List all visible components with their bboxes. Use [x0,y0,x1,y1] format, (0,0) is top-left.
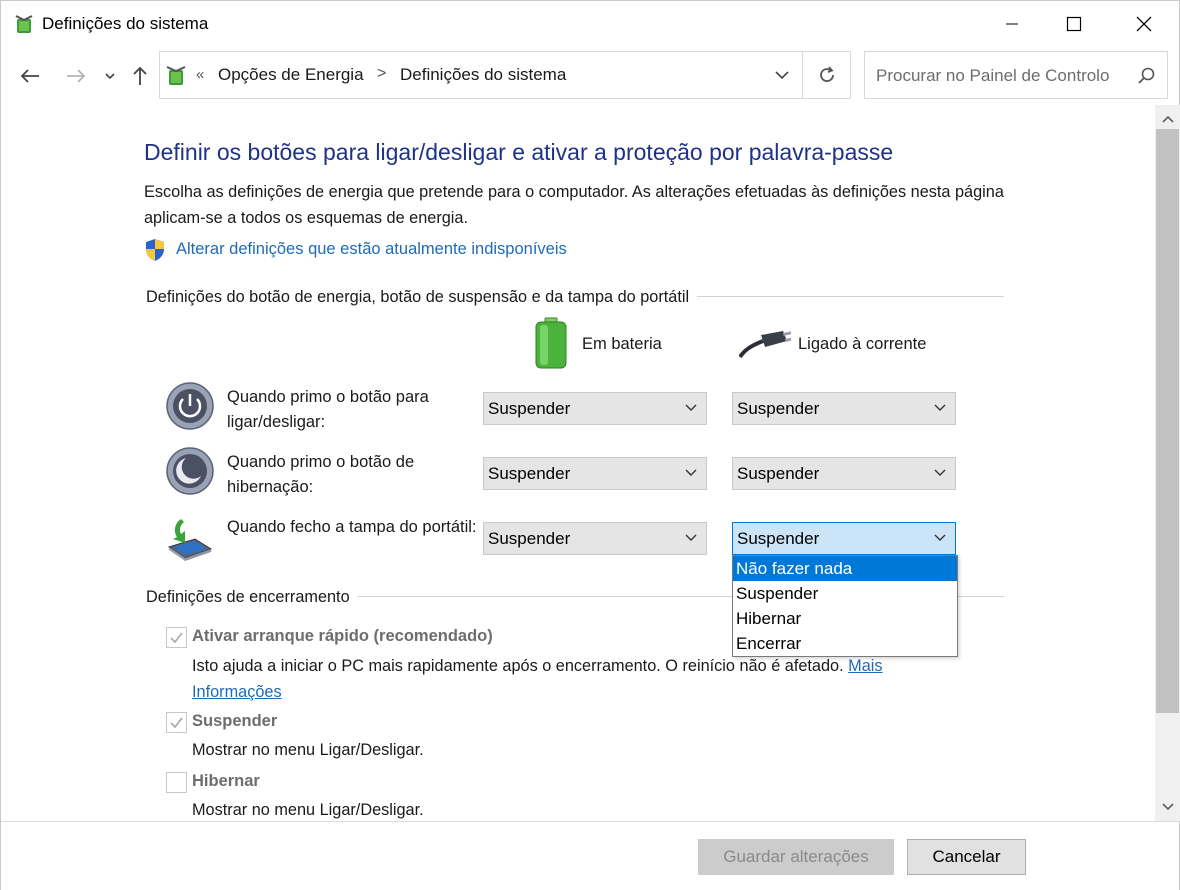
more-information-link[interactable]: Informações [192,683,282,701]
more-information-link[interactable]: Mais [848,657,882,675]
navigation-bar: « Opções de Energia > Definições do sist… [1,47,1179,105]
arrow-right-icon [67,69,86,83]
content-area: Definir os botões para ligar/desligar e … [1,105,1155,821]
chevron-down-icon [685,404,697,411]
sleep-button-battery-select[interactable]: Suspender [483,457,707,490]
dropdown-option-shut-down[interactable]: Encerrar [733,631,957,656]
dropdown-option-do-nothing[interactable]: Não fazer nada [733,556,957,581]
address-bar[interactable]: « Opções de Energia > Definições do sist… [159,51,851,99]
select-value: Suspender [488,464,571,483]
footer-bar: Guardar alterações Cancelar [1,821,1179,890]
page-description: Escolha as definições de energia que pre… [144,183,1004,227]
back-button[interactable] [15,61,45,91]
change-unavailable-settings-link[interactable]: Alterar definições que estão atualmente … [176,240,567,259]
fast-startup-description-text: Isto ajuda a iniciar o PC mais rapidamen… [192,657,844,675]
column-header-battery: Em bateria [582,335,662,353]
hibernate-description: Mostrar no menu Ligar/Desligar. [192,801,424,819]
power-options-app-icon [15,15,33,33]
select-value: Suspender [737,464,820,483]
breadcrumb-power-options[interactable]: Opções de Energia [218,65,364,85]
power-buttons-group-title: Definições do botão de energia, botão de… [146,288,698,307]
select-value: Suspender [737,529,820,548]
power-options-icon [166,66,186,85]
address-overflow-chevron[interactable]: « [196,66,204,83]
minimize-button[interactable] [983,1,1041,47]
chevron-down-icon [1161,803,1174,811]
chevron-down-icon [775,70,789,79]
up-button[interactable] [125,61,155,91]
chevron-down-icon [105,73,115,80]
row-label-close-lid: Quando fecho a tampa do portátil: [227,518,477,536]
sleep-label: Suspender [192,712,278,730]
row-label-sleep-button: Quando primo o botão de hibernação: [227,453,415,496]
arrow-up-icon [133,66,147,85]
chevron-down-icon [934,469,946,476]
sleep-button-plugged-select[interactable]: Suspender [732,457,956,490]
select-value: Suspender [488,529,571,548]
power-button-icon [166,382,214,430]
scroll-down-button[interactable] [1155,793,1180,821]
maximize-button[interactable] [1045,1,1103,47]
close-button[interactable] [1115,1,1173,47]
laptop-lid-icon [167,519,213,561]
hibernate-label: Hibernar [192,772,260,790]
refresh-button[interactable] [802,52,850,98]
dropdown-option-sleep[interactable]: Suspender [733,581,957,606]
sleep-button-icon [166,447,214,495]
close-lid-plugged-select[interactable]: Suspender [732,522,956,555]
chevron-down-icon [934,534,946,541]
close-icon [1136,16,1152,32]
maximize-icon [1066,16,1082,32]
breadcrumb-system-settings[interactable]: Definições do sistema [400,65,566,85]
shutdown-settings-group-title: Definições de encerramento [146,588,358,607]
breadcrumb-separator[interactable]: > [377,65,386,83]
battery-icon [535,317,567,369]
fast-startup-checkbox[interactable] [166,627,187,648]
checkmark-icon [170,717,183,729]
column-header-plugged-in: Ligado à corrente [798,335,927,353]
select-value: Suspender [737,399,820,418]
select-value: Suspender [488,399,571,418]
control-panel-window: Definições do sistema « Opções de Energi… [0,0,1180,890]
arrow-left-icon [20,69,39,83]
recent-locations-button[interactable] [97,61,123,91]
fast-startup-label: Ativar arranque rápido (recomendado) [192,627,493,645]
sleep-checkbox[interactable] [166,712,187,733]
power-button-battery-select[interactable]: Suspender [483,392,707,425]
address-history-dropdown[interactable] [764,52,800,98]
chevron-down-icon [685,534,697,541]
refresh-icon [819,66,834,82]
search-box[interactable]: Procurar no Painel de Controlo [864,51,1168,99]
checkmark-icon [170,632,183,644]
close-lid-plugged-dropdown-list: Não fazer nada Suspender Hibernar Encerr… [732,555,958,657]
chevron-down-icon [934,404,946,411]
search-icon[interactable] [1137,66,1157,86]
forward-button[interactable] [61,61,91,91]
window-title: Definições do sistema [42,14,209,33]
page-title: Definir os botões para ligar/desligar e … [144,139,894,165]
uac-shield-icon [146,239,164,261]
chevron-down-icon [685,469,697,476]
minimize-icon [1006,23,1018,25]
close-lid-battery-select[interactable]: Suspender [483,522,707,555]
scrollbar-thumb[interactable] [1156,129,1179,713]
dropdown-option-hibernate[interactable]: Hibernar [733,606,957,631]
fast-startup-description: Isto ajuda a iniciar o PC mais rapidamen… [192,653,952,705]
sleep-description: Mostrar no menu Ligar/Desligar. [192,741,424,759]
title-bar: Definições do sistema [1,1,1179,47]
power-button-plugged-select[interactable]: Suspender [732,392,956,425]
hibernate-checkbox[interactable] [166,772,187,793]
chevron-up-icon [1161,115,1174,123]
search-input[interactable]: Procurar no Painel de Controlo [876,66,1109,86]
power-plug-icon [739,331,791,359]
row-label-power-button: Quando primo o botão para ligar/desligar… [227,388,429,431]
save-changes-button[interactable]: Guardar alterações [698,839,894,875]
cancel-button[interactable]: Cancelar [907,839,1026,875]
vertical-scrollbar[interactable] [1155,105,1180,821]
